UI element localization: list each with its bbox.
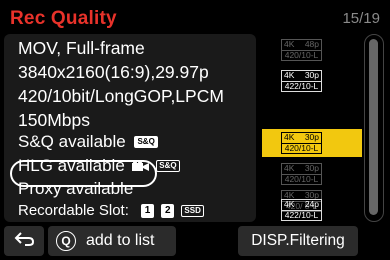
add-to-list-button[interactable]: Q add to list xyxy=(48,226,176,256)
format-item-selected[interactable]: 4K 30p 420/10-L xyxy=(262,129,362,157)
format-badge: 4K 24p 422/10-L xyxy=(281,199,322,221)
format-badge: 4K 30p 420/10-L xyxy=(281,163,322,185)
bitrate-text: 150Mbps xyxy=(18,110,90,130)
format-item[interactable]: 4K 48p 420/10-L xyxy=(262,36,362,64)
add-to-list-label: add to list xyxy=(86,232,155,249)
format-badge: 4K 48p 420/10-L xyxy=(281,39,322,61)
back-button[interactable] xyxy=(4,226,44,256)
sq-available-row: S&Q available S&Q xyxy=(18,132,158,152)
codec-text: 420/10bit/LongGOP,LPCM xyxy=(18,86,224,106)
page-title: Rec Quality xyxy=(10,8,117,29)
sq-available-text: S&Q available xyxy=(18,132,126,151)
recordable-slot-row: Recordable Slot: 1 2 SSD xyxy=(18,202,204,219)
movie-camera-icon xyxy=(131,157,149,171)
file-format-text: MOV, Full-frame xyxy=(18,38,145,58)
slot-2-icon: 2 xyxy=(161,204,175,218)
disp-filtering-button[interactable]: DISP.Filtering xyxy=(238,226,358,256)
back-arrow-icon xyxy=(13,231,35,252)
ssd-icon: SSD xyxy=(181,205,204,217)
scrollbar[interactable] xyxy=(364,34,384,222)
scrollbar-thumb[interactable] xyxy=(369,39,378,215)
sq-badge: S&Q xyxy=(134,136,158,148)
hlg-available-text: HLG available xyxy=(18,156,125,175)
format-item[interactable]: 4K 30p 420/10-L xyxy=(262,160,362,188)
format-item[interactable]: 4K 30p 422/10-L xyxy=(262,67,362,95)
hlg-sq-badge: S&Q xyxy=(156,160,180,172)
recordable-slot-label: Recordable Slot: xyxy=(18,202,129,219)
rec-quality-screen: Rec Quality 15/19 MOV, Full-frame 3840x2… xyxy=(0,0,390,260)
slot-1-icon: 1 xyxy=(141,204,155,218)
disp-filtering-label: DISP.Filtering xyxy=(251,232,345,249)
q-button-icon: Q xyxy=(56,231,76,251)
format-badge: 4K 30p 422/10-L xyxy=(281,70,322,92)
detail-panel: MOV, Full-frame 3840x2160(16:9),29.97p 4… xyxy=(4,34,256,222)
resolution-text: 3840x2160(16:9),29.97p xyxy=(18,62,209,82)
format-badge: 4K 30p 420/10-L xyxy=(281,132,322,154)
format-item[interactable]: 4K 24p 422/10-L xyxy=(262,196,362,224)
hlg-available-row: HLG available S&Q xyxy=(18,156,180,176)
proxy-available-text: Proxy available xyxy=(18,179,134,198)
page-indicator: 15/19 xyxy=(342,10,380,27)
